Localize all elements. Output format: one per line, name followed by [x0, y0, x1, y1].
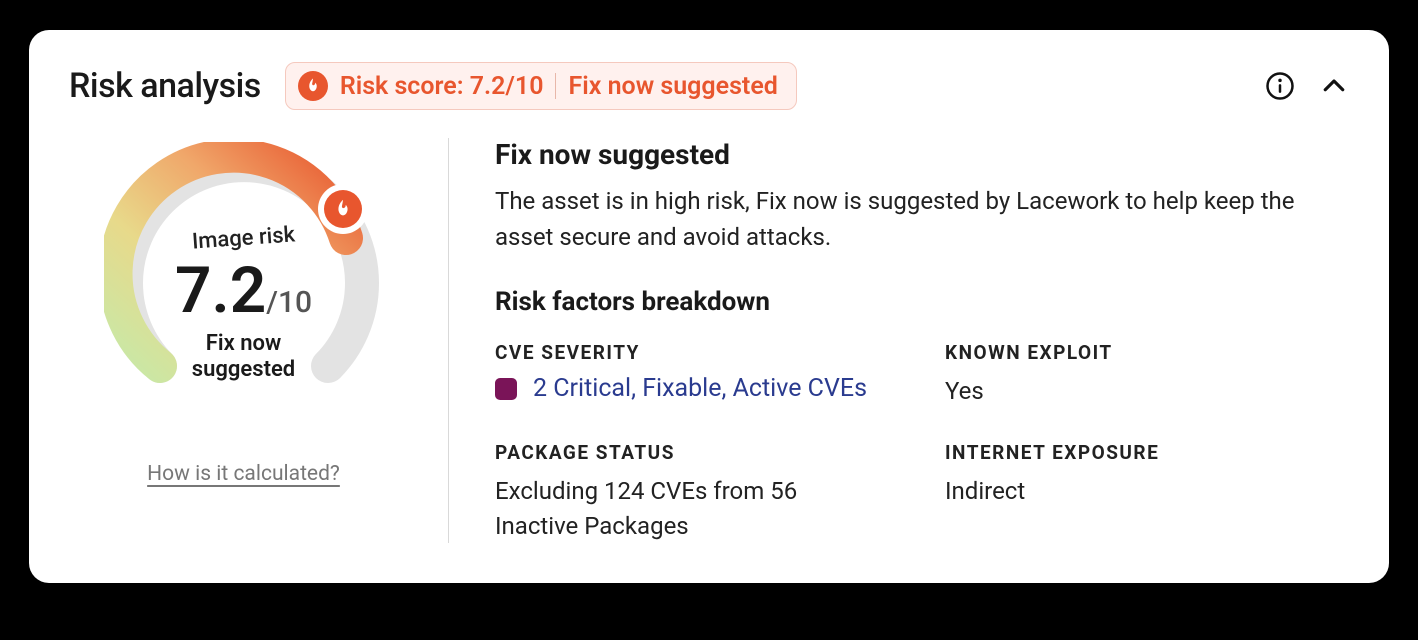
gauge-score-value: 7.2: [175, 253, 266, 328]
cve-severity-link[interactable]: 2 Critical, Fixable, Active CVEs: [533, 374, 867, 403]
card-body: Image risk 7.2/10 Fix now suggested: [69, 138, 1349, 543]
details-panel: Fix now suggested The asset is in high r…: [449, 138, 1349, 543]
risk-score-pill: Risk score: 7.2/10 Fix now suggested: [285, 62, 797, 110]
factor-label: CVE SEVERITY: [495, 341, 925, 364]
gauge-center: Image risk 7.2/10 Fix now suggested: [104, 226, 384, 384]
risk-action-text: Fix now suggested: [568, 72, 777, 101]
factor-label: INTERNET EXPOSURE: [945, 441, 1349, 464]
details-description: The asset is in high risk, Fix now is su…: [495, 183, 1349, 255]
risk-score-text: Risk score: 7.2/10: [340, 72, 544, 101]
risk-analysis-card: Risk analysis Risk score: 7.2/10 Fix now…: [29, 30, 1389, 583]
factor-label: PACKAGE STATUS: [495, 441, 925, 464]
gauge-score-denom: /10: [266, 285, 312, 320]
gauge-status: Fix now suggested: [104, 331, 384, 384]
factor-value: 2 Critical, Fixable, Active CVEs: [495, 374, 925, 403]
chevron-up-icon[interactable]: [1319, 71, 1349, 101]
gauge-fire-badge: [320, 186, 366, 232]
factor-value: Yes: [945, 374, 1349, 409]
how-calculated-link[interactable]: How is it calculated?: [147, 462, 340, 486]
gauge-label: Image risk: [191, 222, 296, 254]
header-actions: [1265, 71, 1349, 101]
risk-factors-grid: CVE SEVERITY 2 Critical, Fixable, Active…: [495, 341, 1349, 543]
card-header: Risk analysis Risk score: 7.2/10 Fix now…: [69, 62, 1349, 110]
risk-gauge: Image risk 7.2/10 Fix now suggested: [104, 142, 384, 422]
card-title: Risk analysis: [69, 66, 261, 106]
fire-icon: [324, 190, 362, 228]
info-icon[interactable]: [1265, 71, 1295, 101]
gauge-score: 7.2/10: [104, 259, 384, 323]
pill-separator: [555, 73, 556, 99]
breakdown-heading: Risk factors breakdown: [495, 287, 1349, 317]
factor-value: Indirect: [945, 474, 1349, 509]
severity-swatch-icon: [495, 378, 517, 400]
factor-cve-severity: CVE SEVERITY 2 Critical, Fixable, Active…: [495, 341, 925, 409]
factor-package-status: PACKAGE STATUS Excluding 124 CVEs from 5…: [495, 441, 925, 544]
factor-label: KNOWN EXPLOIT: [945, 341, 1349, 364]
factor-known-exploit: KNOWN EXPLOIT Yes: [945, 341, 1349, 409]
factor-internet-exposure: INTERNET EXPOSURE Indirect: [945, 441, 1349, 544]
fire-icon: [298, 71, 328, 101]
details-heading: Fix now suggested: [495, 138, 1349, 171]
gauge-panel: Image risk 7.2/10 Fix now suggested: [69, 138, 449, 543]
factor-value: Excluding 124 CVEs from 56 Inactive Pack…: [495, 474, 815, 544]
